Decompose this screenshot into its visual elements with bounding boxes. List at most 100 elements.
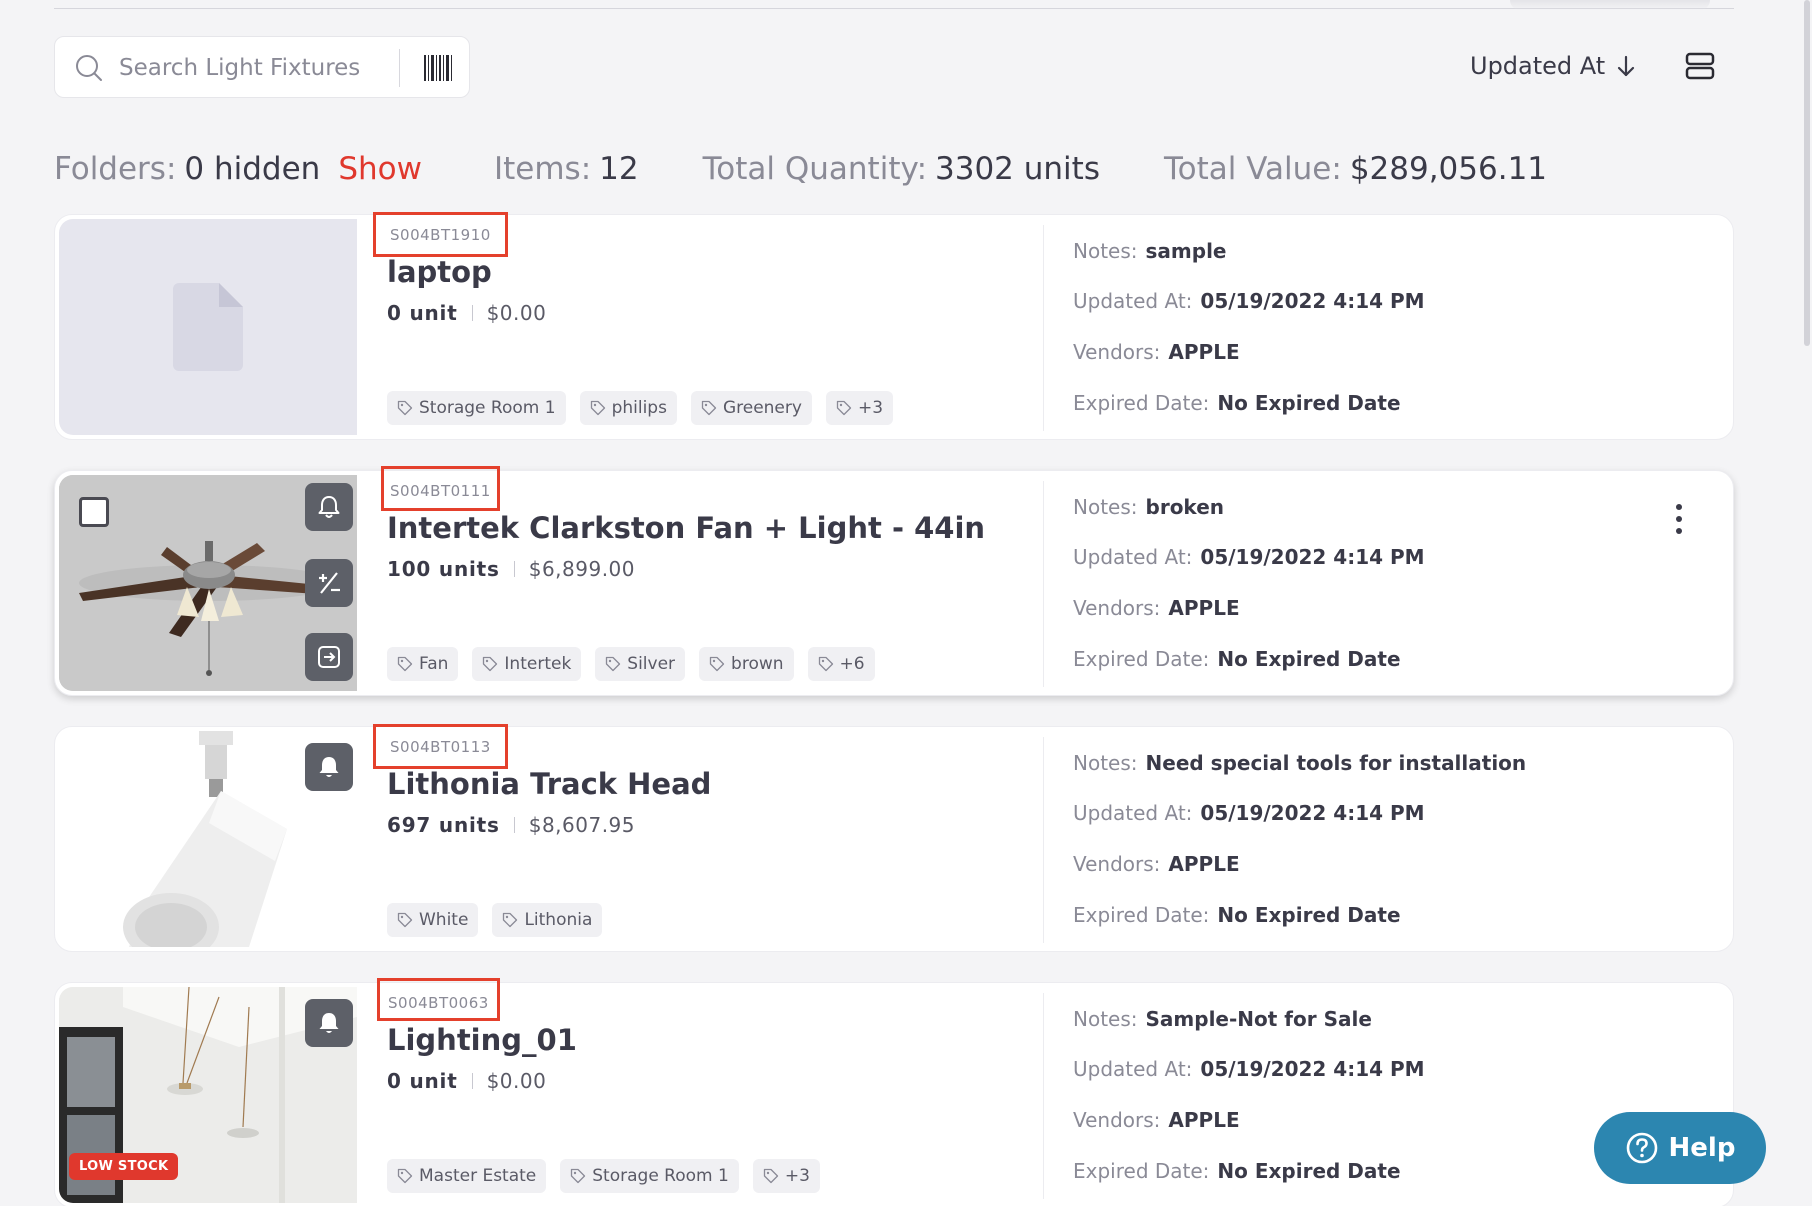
item-name[interactable]: Intertek Clarkston Fan + Light - 44in xyxy=(387,511,985,545)
search-input[interactable] xyxy=(119,47,439,89)
sku-highlight: S004BT0063 xyxy=(377,978,500,1021)
item-quantity: 0 unit xyxy=(387,301,458,325)
tag-chip[interactable]: White xyxy=(387,903,479,937)
sort-label: Updated At xyxy=(1470,52,1606,80)
vendors-value: APPLE xyxy=(1168,340,1240,364)
tag-chip[interactable]: brown xyxy=(699,647,794,681)
vendors-row: Vendors: APPLE xyxy=(1073,852,1240,876)
item-sku: S004BT1910 xyxy=(390,226,491,244)
move-icon xyxy=(318,646,340,668)
item-sku: S004BT0113 xyxy=(390,738,491,756)
vendors-row: Vendors: APPLE xyxy=(1073,340,1240,364)
tag-chip[interactable]: Master Estate xyxy=(387,1159,547,1193)
tag-chip[interactable]: philips xyxy=(579,391,677,425)
item-card-lighting-01[interactable]: LOW STOCK S004BT0063 Lighting_01 0 unit … xyxy=(54,978,1734,1206)
barcode-icon[interactable] xyxy=(423,53,453,83)
summary-bar: Folders: 0 hidden Show Items: 12 Total Q… xyxy=(54,144,1547,194)
updated-row: Updated At: 05/19/2022 4:14 PM xyxy=(1073,801,1425,825)
item-name[interactable]: Lighting_01 xyxy=(387,1023,577,1057)
expired-row: Expired Date: No Expired Date xyxy=(1073,1159,1401,1183)
more-tags-chip[interactable]: +3 xyxy=(752,1159,820,1193)
items-label: Items: xyxy=(493,151,592,187)
total-quantity-value: 3302 units xyxy=(935,151,1100,187)
item-sku: S004BT0111 xyxy=(390,482,491,500)
item-tags: Storage Room 1 philips Greenery +3 xyxy=(387,391,894,425)
item-tags: Fan Intertek Silver brown +6 xyxy=(387,647,875,681)
item-card-laptop[interactable]: S004BT1910 laptop 0 unit $0.00 Storage R… xyxy=(54,212,1734,440)
item-thumbnail[interactable] xyxy=(59,475,357,691)
expired-row: Expired Date: No Expired Date xyxy=(1073,647,1401,671)
item-price: $0.00 xyxy=(486,301,547,325)
expired-value: No Expired Date xyxy=(1217,1159,1401,1183)
bell-icon xyxy=(319,757,339,777)
items-value: 12 xyxy=(599,151,639,187)
item-card-lithonia-track-head[interactable]: S004BT0113 Lithonia Track Head 697 units… xyxy=(54,724,1734,952)
updated-row: Updated At: 05/19/2022 4:14 PM xyxy=(1073,289,1425,313)
more-options-icon[interactable] xyxy=(1669,501,1689,537)
item-sku: S004BT0063 xyxy=(388,994,489,1012)
total-quantity-label: Total Quantity: xyxy=(702,151,928,187)
bell-icon xyxy=(318,496,340,518)
more-tags-chip[interactable]: +3 xyxy=(825,391,894,425)
file-placeholder-icon xyxy=(173,283,243,371)
tag-chip[interactable]: Greenery xyxy=(690,391,812,425)
tag-icon xyxy=(503,912,518,928)
notes-value: Sample-Not for Sale xyxy=(1145,1007,1372,1031)
alert-button[interactable] xyxy=(305,483,353,531)
item-quantity: 100 units xyxy=(387,557,500,581)
show-hidden-folders-link[interactable]: Show xyxy=(338,151,422,187)
notes-row: Notes: broken xyxy=(1073,495,1225,519)
select-checkbox[interactable] xyxy=(79,497,109,527)
updated-value: 05/19/2022 4:14 PM xyxy=(1200,1057,1425,1081)
item-quantity-line: 100 units $6,899.00 xyxy=(387,557,635,581)
item-tags: White Lithonia xyxy=(387,903,603,937)
expired-row: Expired Date: No Expired Date xyxy=(1073,391,1401,415)
move-button[interactable] xyxy=(305,633,353,681)
tag-chip[interactable]: Silver xyxy=(595,647,686,681)
updated-row: Updated At: 05/19/2022 4:14 PM xyxy=(1073,545,1425,569)
folders-label: Folders: xyxy=(54,151,177,187)
item-card-clarkston-fan[interactable]: S004BT0111 Intertek Clarkston Fan + Ligh… xyxy=(54,466,1734,696)
item-name[interactable]: laptop xyxy=(387,255,492,289)
sku-highlight: S004BT0113 xyxy=(373,724,508,769)
item-thumbnail[interactable]: LOW STOCK xyxy=(59,987,357,1203)
item-quantity-line: 0 unit $0.00 xyxy=(387,301,546,325)
scrollbar-thumb[interactable] xyxy=(1804,0,1810,346)
tag-icon xyxy=(590,400,605,416)
adjust-quantity-button[interactable] xyxy=(305,559,353,607)
notes-value: sample xyxy=(1145,239,1227,263)
low-stock-badge: LOW STOCK xyxy=(69,1153,179,1180)
tag-chip[interactable]: Fan xyxy=(387,647,459,681)
tag-chip[interactable]: Intertek xyxy=(472,647,582,681)
sort-button[interactable]: Updated At xyxy=(1470,46,1637,86)
sku-highlight: S004BT1910 xyxy=(373,212,508,257)
item-thumbnail[interactable] xyxy=(59,219,357,435)
sku-highlight: S004BT0111 xyxy=(381,466,500,511)
item-thumbnail[interactable] xyxy=(59,731,357,947)
more-tags-chip[interactable]: +6 xyxy=(807,647,875,681)
tag-chip[interactable]: Storage Room 1 xyxy=(387,391,566,425)
folders-value: 0 hidden xyxy=(184,151,321,187)
alert-button[interactable] xyxy=(305,743,353,791)
item-name[interactable]: Lithonia Track Head xyxy=(387,767,711,801)
top-divider xyxy=(54,8,1734,9)
item-price: $6,899.00 xyxy=(528,557,636,581)
tag-icon xyxy=(709,656,725,672)
item-price: $8,607.95 xyxy=(528,813,636,837)
tag-icon xyxy=(571,1168,586,1184)
item-quantity-line: 697 units $8,607.95 xyxy=(387,813,635,837)
tag-chip[interactable]: Storage Room 1 xyxy=(560,1159,739,1193)
bell-icon xyxy=(319,1013,339,1033)
search-icon xyxy=(76,55,102,81)
list-view-icon[interactable] xyxy=(1684,50,1716,82)
header-shadow xyxy=(1510,0,1710,10)
alert-button[interactable] xyxy=(305,999,353,1047)
item-quantity: 0 unit xyxy=(387,1069,458,1093)
tag-chip[interactable]: Lithonia xyxy=(492,903,603,937)
arrow-down-icon xyxy=(1618,55,1635,77)
expired-row: Expired Date: No Expired Date xyxy=(1073,903,1401,927)
item-price: $0.00 xyxy=(486,1069,547,1093)
updated-row: Updated At: 05/19/2022 4:14 PM xyxy=(1073,1057,1425,1081)
help-button[interactable]: Help xyxy=(1594,1112,1766,1184)
updated-value: 05/19/2022 4:14 PM xyxy=(1200,545,1425,569)
